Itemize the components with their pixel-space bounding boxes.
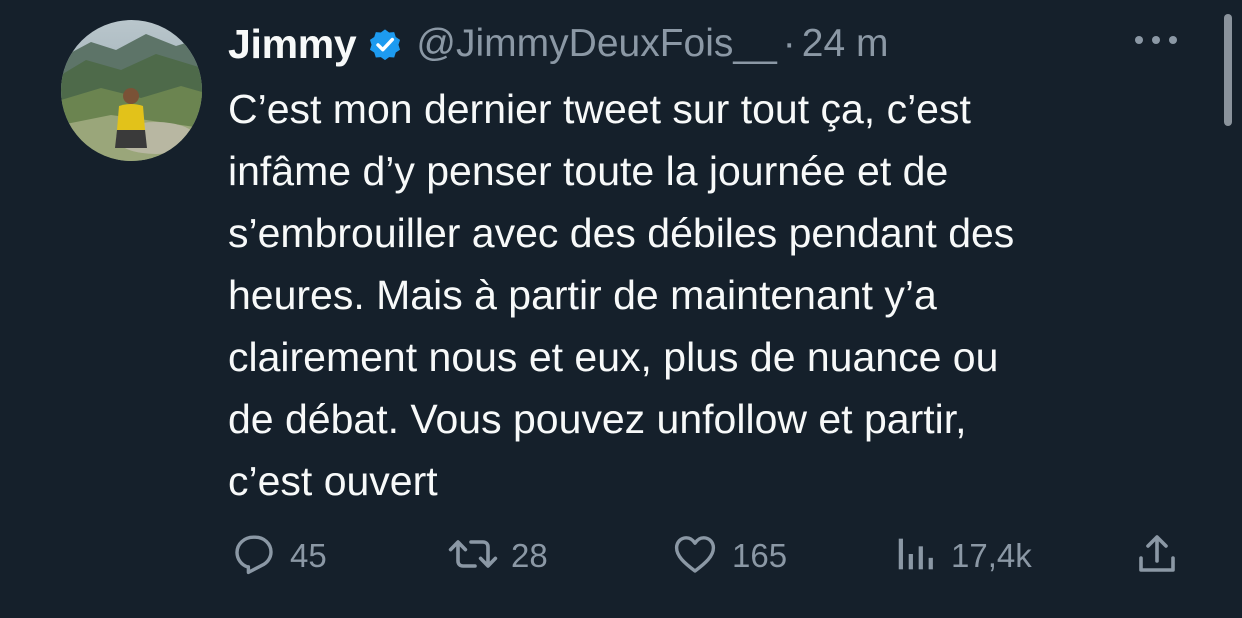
- user-handle[interactable]: @JimmyDeuxFois__: [416, 22, 776, 66]
- more-options-button[interactable]: [1130, 22, 1182, 62]
- tweet-card[interactable]: Jimmy @JimmyDeuxFois__ · 24 m C’est mon …: [0, 0, 1242, 618]
- reply-icon: [230, 530, 278, 583]
- share-button[interactable]: [1133, 528, 1181, 584]
- scrollbar-thumb[interactable]: [1224, 14, 1232, 126]
- retweet-count: 28: [511, 537, 548, 574]
- reply-count: 45: [290, 537, 327, 574]
- views-chart-icon: [893, 530, 939, 583]
- separator-dot: ·: [782, 22, 796, 65]
- views-count: 17,4k: [951, 537, 1032, 574]
- more-horizontal-icon: [1133, 33, 1179, 51]
- share-icon: [1133, 530, 1181, 583]
- avatar[interactable]: [61, 20, 202, 161]
- retweet-button[interactable]: 28: [447, 528, 548, 584]
- verified-badge-icon: [366, 25, 404, 63]
- avatar-photo: [61, 20, 202, 161]
- reply-button[interactable]: 45: [230, 528, 327, 584]
- tweet-header: Jimmy @JimmyDeuxFois__ · 24 m: [228, 18, 888, 70]
- timestamp[interactable]: 24 m: [802, 22, 889, 66]
- like-count: 165: [732, 537, 788, 574]
- retweet-icon: [447, 530, 499, 583]
- action-bar: 45 28 165 17,4k: [0, 528, 1242, 584]
- tweet-text: C’est mon dernier tweet sur tout ça, c’e…: [228, 86, 1015, 504]
- heart-icon: [670, 530, 720, 583]
- like-button[interactable]: 165: [670, 528, 787, 584]
- display-name[interactable]: Jimmy: [228, 21, 357, 68]
- views-button[interactable]: 17,4k: [893, 528, 1032, 584]
